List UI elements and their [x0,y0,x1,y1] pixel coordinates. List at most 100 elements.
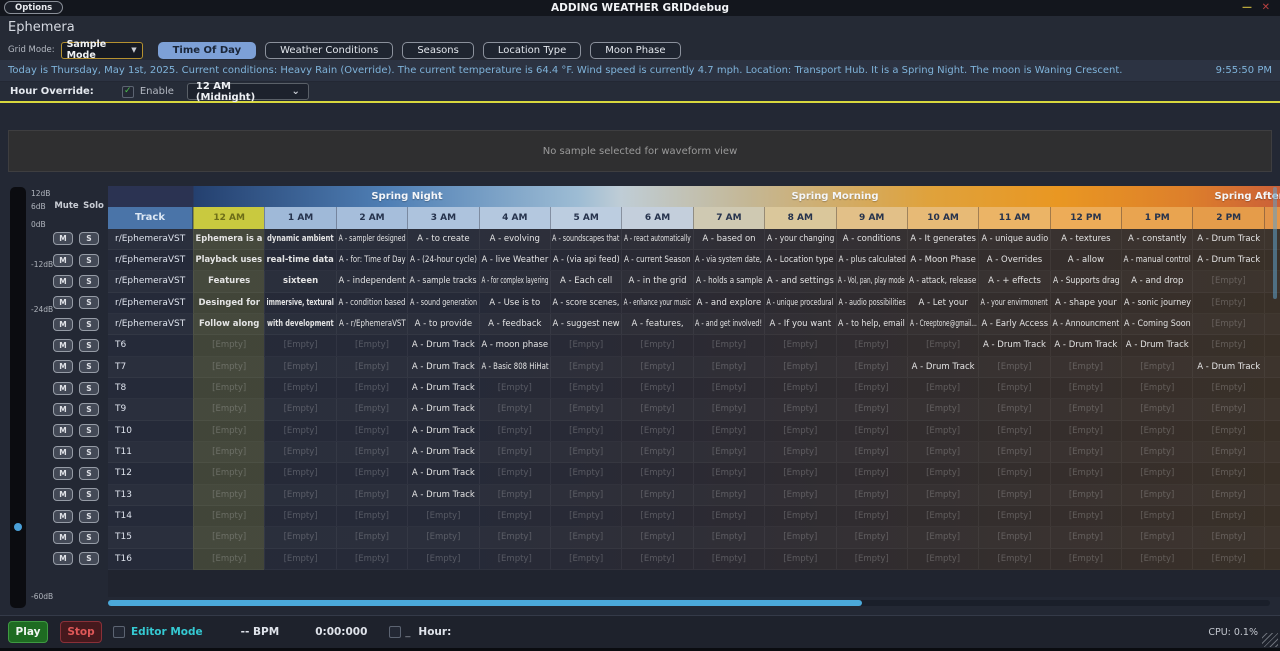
mute-button[interactable]: M [53,552,73,565]
grid-cell[interactable]: A - live Weather [479,250,550,270]
grid-cell[interactable]: [Empty] [336,463,407,483]
grid-cell[interactable]: [Empty] [550,527,621,547]
grid-cell[interactable]: [Empty] [907,527,978,547]
grid-cell[interactable]: [Empty] [1050,485,1121,505]
grid-cell[interactable]: A - Drum Track [407,335,478,355]
grid-cell[interactable]: [Empty] [264,357,335,377]
grid-cell[interactable]: A - and explore [693,293,764,313]
grid-cell[interactable]: [Empty] [550,399,621,419]
grid-cell[interactable]: [Empty] [1192,293,1263,313]
fader-handle-icon[interactable] [14,523,22,531]
grid-cell[interactable]: A - Each cell [550,271,621,291]
grid-cell[interactable]: [Empty] [907,506,978,526]
grid-cell[interactable]: A - It generates [907,229,978,249]
grid-cell[interactable]: [Empty] [1050,378,1121,398]
grid-cell[interactable]: [Empty] [264,506,335,526]
mute-button[interactable]: M [53,403,73,416]
grid-cell[interactable]: A - sample tracks [407,271,478,291]
grid-cell[interactable]: A - and drop [1121,271,1192,291]
solo-button[interactable]: S [79,275,99,288]
hour-checkbox[interactable] [389,626,401,638]
grid-cell[interactable]: [Empty] [836,399,907,419]
grid-cell[interactable]: [Empty] [836,463,907,483]
grid-cell[interactable]: A - soundscapes that [550,229,621,249]
grid-cell[interactable]: A - Drum Track [407,463,478,483]
stop-button[interactable]: Stop [60,621,102,643]
mute-button[interactable]: M [53,360,73,373]
tab-weather-conditions[interactable]: Weather Conditions [265,42,393,59]
grid-cell[interactable]: [Empty] [836,442,907,462]
mute-button[interactable]: M [53,446,73,459]
grid-cell[interactable]: [Empty] [978,442,1049,462]
solo-button[interactable]: S [79,467,99,480]
grid-cell[interactable]: A - Early Access [978,314,1049,334]
grid-cell[interactable]: [Empty] [479,485,550,505]
grid-cell[interactable]: [Empty] [336,527,407,547]
grid-cell[interactable]: [Empty] [764,399,835,419]
grid-cell[interactable]: A - enhance your music [621,293,692,313]
solo-button[interactable]: S [79,232,99,245]
grid-cell[interactable]: A - moon phase [479,335,550,355]
grid-cell[interactable]: [Empty] [1121,463,1192,483]
play-button[interactable]: Play [8,621,48,643]
grid-cell[interactable]: A - Drum Track [1192,229,1263,249]
grid-cell[interactable]: [Empty] [1192,485,1263,505]
grid-cell[interactable]: A - Drum Track [1192,357,1263,377]
grid-cell[interactable]: A - Creeptone@gmail... [907,314,978,334]
grid-cell[interactable]: A - Drum Track [407,399,478,419]
grid-cell[interactable]: [Empty] [907,463,978,483]
grid-cell[interactable] [1264,485,1280,505]
solo-button[interactable]: S [79,339,99,352]
grid-cell[interactable]: [Empty] [1192,335,1263,355]
grid-cell[interactable]: A - your envirmonent [978,293,1049,313]
mute-button[interactable]: M [53,318,73,331]
grid-cell[interactable]: [Empty] [764,378,835,398]
grid-cell[interactable] [1264,357,1280,377]
grid-cell[interactable]: [Empty] [336,506,407,526]
solo-button[interactable]: S [79,552,99,565]
grid-cell[interactable] [1264,421,1280,441]
grid-cell[interactable]: [Empty] [1192,271,1263,291]
grid-cell[interactable]: A - for: Time of Day [336,250,407,270]
grid-cell[interactable]: A - Moon Phase [907,250,978,270]
grid-cell[interactable]: [Empty] [693,527,764,547]
grid-cell[interactable]: A - in the grid [621,271,692,291]
grid-cell[interactable]: A - to help, email [836,314,907,334]
tab-moon-phase[interactable]: Moon Phase [590,42,680,59]
grid-cell[interactable]: A - holds a sample [693,271,764,291]
grid-cell[interactable]: A - current Season [621,250,692,270]
grid-cell[interactable]: A - Location type [764,250,835,270]
grid-cell[interactable]: [Empty] [621,485,692,505]
grid-cell[interactable]: [Empty] [693,442,764,462]
grid-cell[interactable]: A - react automatically [621,229,692,249]
grid-cell[interactable]: [Empty] [621,357,692,377]
track-name[interactable]: r/EphemeraVST [108,314,193,334]
grid-cell[interactable]: A - Coming Soon [1121,314,1192,334]
grid-cell[interactable]: [Empty] [336,485,407,505]
grid-cell[interactable]: [Empty] [1050,442,1121,462]
grid-cell[interactable]: [Empty] [193,485,264,505]
hour-header-11-am[interactable]: 11 AM [978,207,1049,229]
grid-cell[interactable]: [Empty] [1192,378,1263,398]
solo-button[interactable]: S [79,488,99,501]
grid-cell[interactable]: [Empty] [264,399,335,419]
track-name[interactable]: r/EphemeraVST [108,293,193,313]
grid-cell[interactable] [1264,250,1280,270]
grid-cell[interactable]: [Empty] [1050,399,1121,419]
grid-cell[interactable]: [Empty] [1121,399,1192,419]
track-name[interactable]: T16 [108,549,193,569]
grid-cell[interactable]: [Empty] [621,463,692,483]
grid-cell[interactable]: [Empty] [1121,506,1192,526]
hour-header-8-am[interactable]: 8 AM [764,207,835,229]
volume-fader[interactable] [10,187,26,608]
hour-header-2-am[interactable]: 2 AM [336,207,407,229]
grid-cell[interactable]: [Empty] [336,357,407,377]
grid-cell[interactable]: [Empty] [407,506,478,526]
grid-cell[interactable]: [Empty] [978,421,1049,441]
grid-cell[interactable]: [Empty] [836,421,907,441]
grid-cell[interactable]: [Empty] [836,335,907,355]
grid-cell[interactable]: A - sampler designed [336,229,407,249]
grid-cell[interactable]: A - Drum Track [407,485,478,505]
grid-cell[interactable]: A - attack, release [907,271,978,291]
grid-cell[interactable]: A - If you want [764,314,835,334]
